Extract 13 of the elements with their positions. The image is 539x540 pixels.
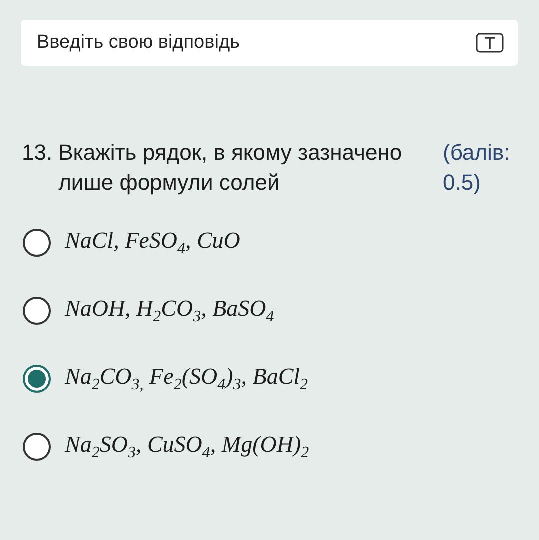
option-text: NaOH, H$_{2}$CO$_{3}$, BaSO$_{4}$ <box>65 296 274 326</box>
radio-button[interactable] <box>23 297 51 325</box>
option-text: NaCl, FeSO$_{4}$, CuO <box>65 228 240 258</box>
text-format-icon[interactable] <box>476 33 504 53</box>
question-points: (балів: 0.5) <box>443 139 512 197</box>
radio-button[interactable] <box>23 365 51 393</box>
answer-field[interactable]: Введіть свою відповідь <box>21 20 518 66</box>
question-number: 13. <box>22 139 53 167</box>
option-text: Na$_{2}$CO$_{3,}$ Fe$_{2}$(SO$_{4}$)$_{3}$, BaCl$_{2}$ <box>65 364 308 394</box>
option-text: Na$_{2}$SO$_{3}$, CuSO$_{4}$, Mg(OH)$_{2}$ <box>65 432 310 462</box>
radio-button[interactable] <box>23 229 51 257</box>
radio-button[interactable] <box>23 433 51 461</box>
question-text: Вкажіть рядок, в якому зазначено лише формули солей <box>58 139 404 197</box>
